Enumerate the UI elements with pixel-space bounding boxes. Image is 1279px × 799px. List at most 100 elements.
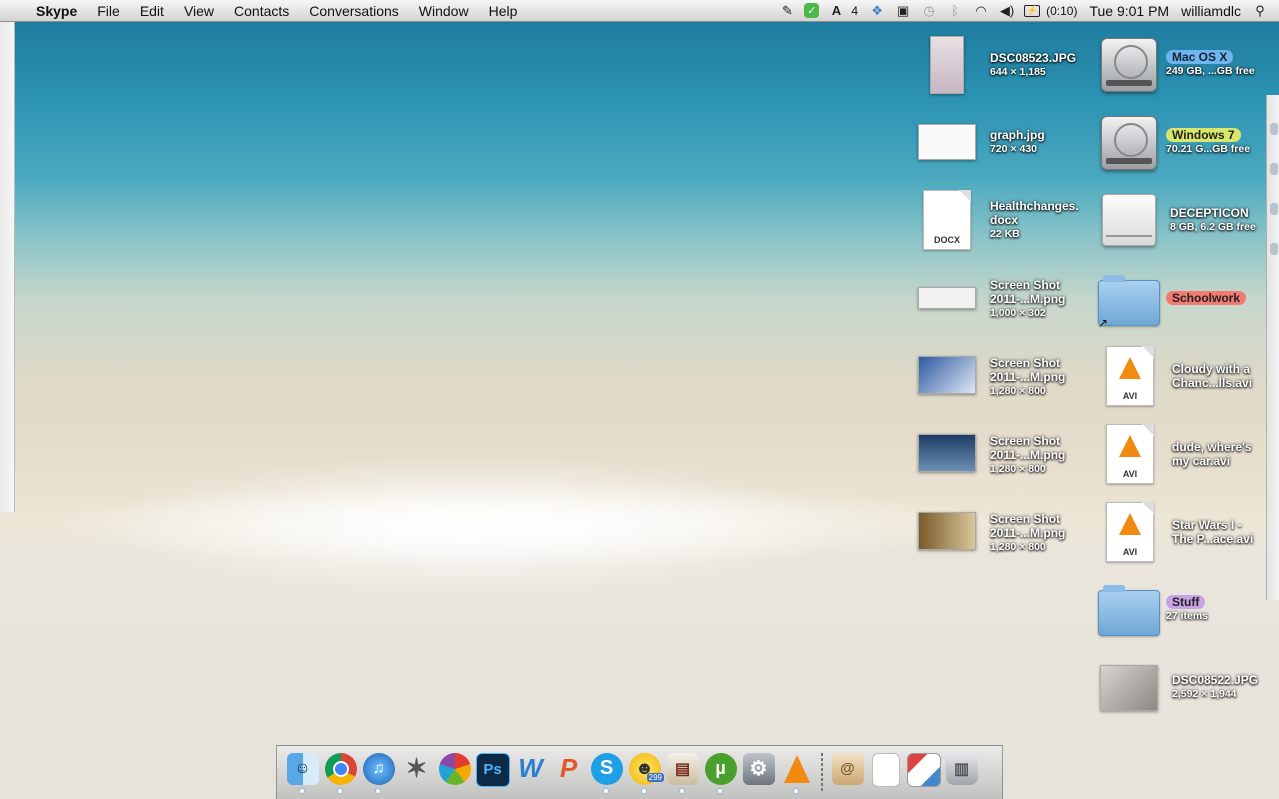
time-machine-icon[interactable]: ◷: [920, 2, 938, 20]
folder-name: Schoolwork: [1166, 291, 1247, 305]
dock-chrome[interactable]: [323, 752, 358, 793]
adobe-updater-icon[interactable]: A: [827, 2, 845, 20]
dock-downloads-stack[interactable]: @: [830, 752, 865, 793]
file-name-line2: 2011-...M.png: [990, 292, 1066, 306]
desktop-file-dsc08522[interactable]: DSC08522.JPG 2,592 × 1,944: [1098, 660, 1268, 716]
volume-name: Windows 7: [1166, 128, 1241, 142]
dock-powerpoint[interactable]: P: [551, 753, 586, 793]
dock-imovie[interactable]: ✶: [399, 753, 434, 793]
file-info: 1,280 × 800: [990, 463, 1046, 475]
user-name[interactable]: williamdlc: [1181, 3, 1241, 19]
file-name: Healthchanges.: [990, 199, 1079, 213]
dock-documents-stack[interactable]: [868, 752, 903, 793]
background-window-edge: [0, 22, 15, 512]
menu-file[interactable]: File: [87, 3, 130, 19]
dock-dictionary[interactable]: ▤: [665, 752, 700, 793]
desktop-file-screenshot-3[interactable]: Screen Shot 2011-...M.png 1,280 × 800: [918, 424, 1088, 480]
menu-view[interactable]: View: [174, 3, 224, 19]
file-info: 720 × 430: [990, 143, 1038, 155]
file-name-line2: 2011-...M.png: [990, 526, 1066, 540]
spotlight-search-icon[interactable]: ⚲: [1251, 2, 1269, 20]
battery-icon[interactable]: ⚡: [1024, 4, 1041, 17]
bluetooth-icon[interactable]: ᛒ: [946, 2, 964, 20]
volume-info: 8 GB, 6.2 GB free: [1170, 221, 1256, 233]
dock-skype[interactable]: S: [589, 752, 624, 793]
finder-icon: ☺: [286, 752, 319, 785]
dock-badge: 299: [646, 772, 664, 782]
vlc-avi-file-icon: AVI: [1106, 346, 1154, 406]
file-info: 1,000 × 302: [990, 307, 1046, 319]
volume-name: Mac OS X: [1166, 50, 1234, 64]
file-name: Screen Shot: [990, 434, 1061, 448]
image-thumbnail-icon: [918, 356, 976, 394]
file-name: DSC08523.JPG: [990, 51, 1077, 65]
menu-help[interactable]: Help: [479, 3, 528, 19]
skype-icon: S: [590, 752, 623, 785]
file-name-line2: 2011-...M.png: [990, 448, 1066, 462]
file-info: 644 × 1,185: [990, 66, 1046, 78]
file-name-line2: docx: [990, 213, 1019, 227]
pictures-stack-icon: [906, 752, 941, 787]
clock[interactable]: Tue 9:01 PM: [1089, 3, 1169, 19]
dropbox-icon[interactable]: ❖: [868, 2, 886, 20]
documents-stack-icon: [871, 752, 900, 787]
menu-bar: Skype File Edit View Contacts Conversati…: [0, 0, 1279, 22]
imovie-icon: ✶: [405, 753, 428, 783]
desktop-file-screenshot-1[interactable]: Screen Shot 2011-...M.png 1,000 × 302: [918, 268, 1088, 324]
dock-system-preferences[interactable]: ⚙: [741, 752, 776, 793]
menu-window[interactable]: Window: [409, 3, 479, 19]
menu-contacts[interactable]: Contacts: [224, 3, 299, 19]
volume-name: DECEPTICON: [1170, 206, 1249, 220]
dock-yahoo-messenger[interactable]: ☻ 299: [627, 752, 664, 793]
video-star-wars[interactable]: AVI Star Wars I - The P...ace.avi: [1098, 500, 1268, 564]
menu-edit[interactable]: Edit: [130, 3, 174, 19]
dock-photoshop[interactable]: Ps: [475, 752, 510, 793]
evernote-icon[interactable]: ✓: [804, 3, 820, 18]
display-icon[interactable]: ▣: [894, 2, 912, 20]
desktop-file-graph[interactable]: graph.jpg 720 × 430: [918, 118, 1088, 168]
dock-word[interactable]: W: [513, 753, 548, 793]
dock-finder[interactable]: ☺: [285, 752, 320, 793]
word-icon: W: [518, 753, 543, 783]
desktop-file-screenshot-4[interactable]: Screen Shot 2011-...M.png 1,280 × 800: [918, 502, 1088, 558]
volume-windows-7[interactable]: Windows 7 70.21 G...GB free: [1098, 112, 1268, 176]
battery-time: (0:10): [1046, 3, 1078, 18]
dock-vlc[interactable]: [779, 753, 814, 793]
trash-icon: ▥: [945, 752, 978, 785]
folder-name: Stuff: [1166, 595, 1206, 609]
volume-mac-os-x[interactable]: Mac OS X 249 GB, ...GB free: [1098, 34, 1268, 98]
file-info: 22 KB: [990, 228, 1020, 240]
app-menu-skype[interactable]: Skype: [30, 3, 87, 19]
pen-tablet-icon[interactable]: ✎: [778, 2, 796, 20]
desktop-file-healthchanges[interactable]: DOCX Healthchanges. docx 22 KB: [918, 188, 1088, 252]
hard-drive-icon: [1101, 116, 1157, 170]
folder-stuff[interactable]: Stuff 27 items: [1098, 582, 1268, 642]
dock-itunes[interactable]: ♫: [361, 752, 396, 793]
wifi-icon[interactable]: ◠: [972, 2, 990, 20]
dictionary-icon: ▤: [666, 752, 699, 785]
file-name: dude, where's: [1172, 440, 1252, 454]
vlc-avi-file-icon: AVI: [1106, 424, 1154, 484]
dock-trash[interactable]: ▥: [944, 752, 979, 793]
image-thumbnail-icon: [930, 36, 964, 94]
dock-utorrent[interactable]: µ: [703, 752, 738, 793]
dock-picasa[interactable]: [437, 752, 472, 793]
desktop-file-dsc08523[interactable]: DSC08523.JPG 644 × 1,185: [918, 34, 1088, 98]
dock-pictures-stack[interactable]: [906, 752, 941, 793]
volume-decepticon[interactable]: DECEPTICON 8 GB, 6.2 GB free: [1098, 190, 1268, 254]
folder-schoolwork[interactable]: ↗ Schoolwork: [1098, 272, 1268, 332]
hard-drive-icon: [1101, 38, 1157, 92]
file-name-line2: my car.avi: [1172, 454, 1231, 468]
downloads-stack-icon: @: [831, 752, 864, 785]
desktop-file-screenshot-2[interactable]: Screen Shot 2011-...M.png 1,280 × 800: [918, 346, 1088, 402]
utorrent-icon: µ: [704, 752, 737, 785]
file-name: Cloudy with a: [1172, 362, 1250, 376]
video-cloudy[interactable]: AVI Cloudy with a Chanc...lls.avi: [1098, 344, 1268, 408]
video-dude-wheres-my-car[interactable]: AVI dude, where's my car.avi: [1098, 422, 1268, 486]
folder-icon: [1098, 585, 1160, 636]
menu-conversations[interactable]: Conversations: [299, 3, 409, 19]
itunes-icon: ♫: [362, 752, 395, 785]
image-thumbnail-icon: [918, 287, 976, 309]
file-name: graph.jpg: [990, 128, 1045, 142]
volume-icon[interactable]: ◀): [998, 2, 1016, 20]
